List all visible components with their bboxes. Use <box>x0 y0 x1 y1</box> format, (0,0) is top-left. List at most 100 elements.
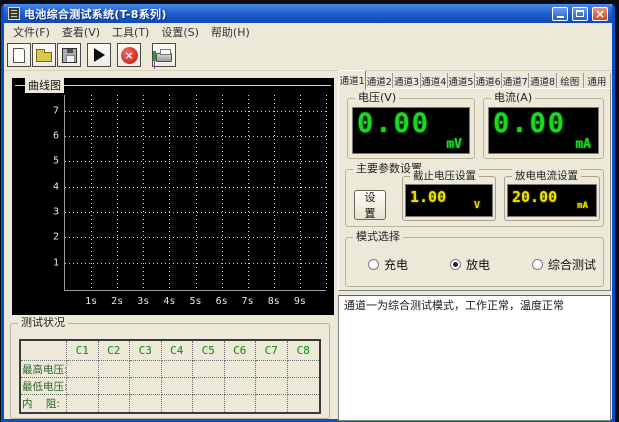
tab-通道1[interactable]: 通道1 <box>338 70 366 90</box>
tab-通道5[interactable]: 通道5 <box>448 73 475 89</box>
plot-hgridline <box>65 212 326 213</box>
menu-help[interactable]: 帮助(H) <box>207 23 258 41</box>
tab-通道3[interactable]: 通道3 <box>393 73 420 89</box>
plot-hgridline <box>65 263 326 264</box>
toolbar: × <box>4 40 612 71</box>
y-tick-label: 6 <box>35 130 59 141</box>
table-cell <box>225 395 257 412</box>
close-icon: × <box>595 8 605 20</box>
table-cell <box>99 378 131 395</box>
menu-bar: 文件(F) 查看(V) 工具(T) 设置(S) 帮助(H) <box>4 23 612 40</box>
tab-通道8[interactable]: 通道8 <box>529 73 556 89</box>
table-cell <box>130 361 162 378</box>
stop-button[interactable]: × <box>117 43 141 67</box>
plot-vgridline <box>169 95 170 290</box>
table-cell <box>193 378 225 395</box>
y-tick-label: 1 <box>35 257 59 268</box>
x-tick-label: 6s <box>216 296 228 307</box>
plot-vgridline <box>91 95 92 290</box>
tab-strip: 通道1通道2通道3通道4通道5通道6通道7通道8绘图通用 <box>338 72 611 89</box>
radio-charge-icon[interactable] <box>368 259 379 270</box>
discharge-current-unit: mA <box>577 201 588 211</box>
table-cell <box>21 341 67 361</box>
plot-vgridline <box>222 95 223 290</box>
menu-file[interactable]: 文件(F) <box>9 23 58 41</box>
col-header-C7: C7 <box>256 341 288 361</box>
minimize-button[interactable] <box>552 7 568 21</box>
print-button[interactable] <box>152 43 176 67</box>
x-tick-label: 3s <box>137 296 149 307</box>
main-params-group: 主要参数设置 设置 截止电压设置 1.00 V 放电电流设置 20.00 mA <box>345 169 604 227</box>
title-bar: 电池综合测试系统(T-8系列) × <box>4 4 612 23</box>
y-tick-label: 3 <box>35 207 59 218</box>
x-tick-label: 4s <box>163 296 175 307</box>
discharge-current-value: 20.00 <box>512 188 557 206</box>
table-cell <box>162 361 194 378</box>
current-group-title: 电流(A) <box>491 91 535 105</box>
y-tick-label: 2 <box>35 232 59 243</box>
tab-通用[interactable]: 通用 <box>584 73 611 89</box>
status-log-box[interactable]: 通道一为综合测试模式，工作正常，温度正常 <box>338 295 611 421</box>
table-cell <box>288 361 320 378</box>
plot-vgridline <box>274 95 275 290</box>
curve-plot-panel: 曲线图 1s2s3s4s5s6s7s8s9s1234567 <box>12 78 334 315</box>
table-cell <box>256 378 288 395</box>
y-tick-label: 4 <box>35 181 59 192</box>
discharge-current-display: 20.00 mA <box>507 184 597 217</box>
status-log-text: 通道一为综合测试模式，工作正常，温度正常 <box>344 299 564 312</box>
save-file-button[interactable] <box>57 43 81 67</box>
x-tick-label: 5s <box>189 296 201 307</box>
plot-hgridline <box>65 187 326 188</box>
table-cell <box>130 378 162 395</box>
tab-通道4[interactable]: 通道4 <box>421 73 448 89</box>
voltage-unit: mV <box>446 137 462 152</box>
maximize-button[interactable] <box>572 7 588 21</box>
radio-discharge-icon[interactable] <box>450 259 461 270</box>
cutoff-voltage-group: 截止电压设置 1.00 V <box>402 176 496 221</box>
radio-combined-test-icon[interactable] <box>532 259 543 270</box>
mode-option-charge[interactable]: 充电 <box>368 256 408 273</box>
mode-option-combined-test[interactable]: 综合测试 <box>532 256 596 273</box>
current-unit: mA <box>575 137 591 152</box>
col-header-C4: C4 <box>162 341 194 361</box>
test-status-group: 测试状况 C1C2C3C4C5C6C7C8最高电压:最低电压:内 阻: <box>10 323 330 419</box>
current-display: 0.00 mA <box>488 107 599 154</box>
cutoff-voltage-value: 1.00 <box>410 188 446 206</box>
menu-tools[interactable]: 工具(T) <box>108 23 157 41</box>
tab-绘图[interactable]: 绘图 <box>557 73 584 89</box>
row-header: 最高电压: <box>21 361 67 378</box>
table-cell <box>256 361 288 378</box>
table-cell <box>162 378 194 395</box>
plot-vgridline <box>326 95 327 290</box>
plot-vgridline <box>196 95 197 290</box>
voltage-group: 电压(V) 0.00 mV <box>347 98 475 159</box>
tab-通道2[interactable]: 通道2 <box>366 73 393 89</box>
save-floppy-icon <box>62 48 77 63</box>
menu-view[interactable]: 查看(V) <box>58 23 108 41</box>
tab-通道7[interactable]: 通道7 <box>502 73 529 89</box>
window-title: 电池综合测试系统(T-8系列) <box>24 6 548 22</box>
play-icon <box>94 48 105 62</box>
x-tick-label: 1s <box>85 296 97 307</box>
client-area: 曲线图 1s2s3s4s5s6s7s8s9s1234567 测试状况 C1C2C… <box>4 71 612 419</box>
x-tick-label: 7s <box>242 296 254 307</box>
table-cell <box>67 378 99 395</box>
current-value: 0.00 <box>493 108 566 139</box>
menu-settings[interactable]: 设置(S) <box>157 23 207 41</box>
open-file-button[interactable] <box>32 43 56 67</box>
close-button[interactable]: × <box>592 7 608 21</box>
table-cell <box>225 361 257 378</box>
cutoff-voltage-display: 1.00 V <box>405 184 493 217</box>
table-cell <box>99 361 131 378</box>
current-group: 电流(A) 0.00 mA <box>483 98 604 159</box>
voltage-group-title: 电压(V) <box>355 91 399 105</box>
new-file-button[interactable] <box>7 43 31 67</box>
tab-通道6[interactable]: 通道6 <box>475 73 502 89</box>
plot-area: 1s2s3s4s5s6s7s8s9s1234567 <box>64 95 326 291</box>
plot-vgridline <box>300 95 301 290</box>
app-window: 电池综合测试系统(T-8系列) × 文件(F) 查看(V) 工具(T) 设置(S… <box>1 4 615 422</box>
start-button[interactable] <box>87 43 111 67</box>
mode-option-discharge[interactable]: 放电 <box>450 256 490 273</box>
row-header: 最低电压: <box>21 378 67 395</box>
set-params-button[interactable]: 设置 <box>354 190 386 220</box>
